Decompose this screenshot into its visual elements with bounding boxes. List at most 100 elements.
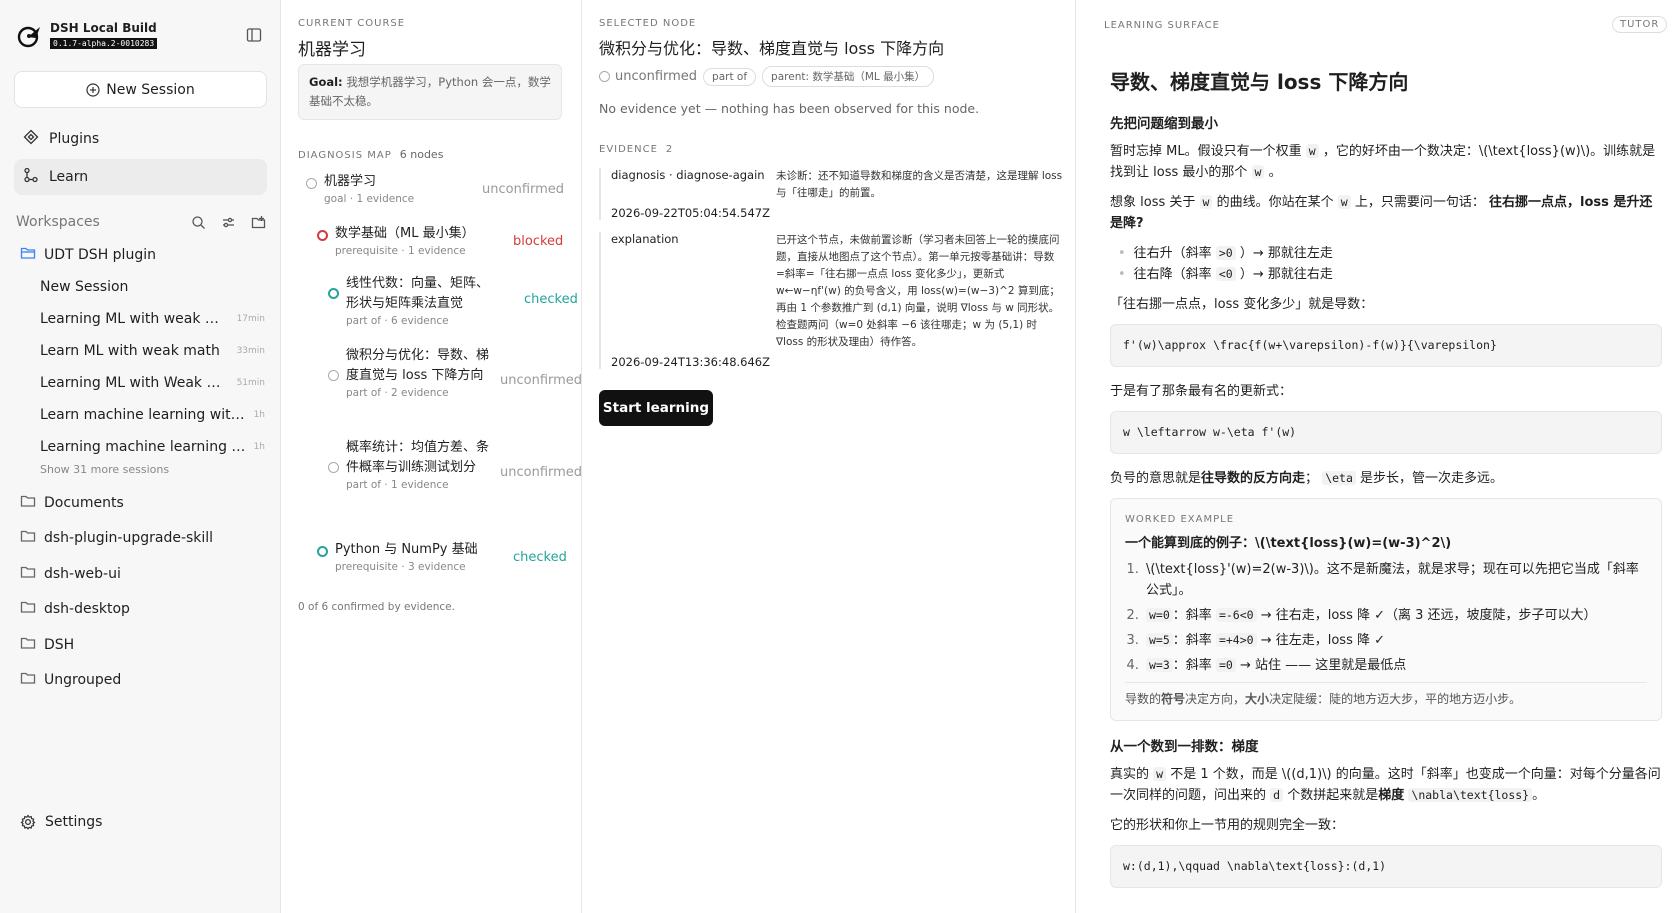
app-version-badge: 0.1.7-alpha.2-0010283 <box>50 38 158 49</box>
inline-code: \nabla\text{loss} <box>1408 788 1533 802</box>
node-status-chip: unconfirmed <box>599 69 697 84</box>
node-meta: prerequisite · 3 evidence <box>335 561 466 573</box>
paragraph: 负号的意思就是往导数的反方向走； \eta 是步长，管一次走多远。 <box>1110 468 1662 489</box>
session-item[interactable]: Learning machine learning wi... 1h <box>40 433 265 461</box>
bold-text: 往导数的反方向走 <box>1201 471 1306 486</box>
node-name: 机器学习 <box>324 174 377 189</box>
workspace-label: dsh-web-ui <box>44 566 121 582</box>
workspace-documents[interactable]: Documents <box>20 489 265 517</box>
paragraph: 暂时忘掉 ML。假设只有一个权重 w ，它的好坏由一个数决定：\(\text{l… <box>1110 141 1662 183</box>
node-chips: unconfirmed part of parent: 数学基础（ML 最小集） <box>599 66 935 87</box>
diagnosis-node[interactable]: 微积分与优化：导数、梯度直觉与 loss 下降方向 part of · 2 ev… <box>328 346 582 400</box>
goal-box: Goal: 我想学机器学习，Python 会一点，数学基础不太稳。 <box>298 64 562 120</box>
inline-code: w=3 <box>1146 658 1173 672</box>
diagnosis-node[interactable]: 数学基础（ML 最小集） prerequisite · 1 evidence b… <box>317 224 567 258</box>
goal-label: Goal: <box>309 75 343 89</box>
inline-code: w=0 <box>1146 608 1173 622</box>
node-title: 微积分与优化：导数、梯度直觉与 loss 下降方向 <box>599 39 945 58</box>
workspace-label: Documents <box>44 495 124 511</box>
nav-item-learn[interactable]: Learn <box>14 159 267 195</box>
status-circle-icon <box>328 462 339 473</box>
inline-code: w <box>1305 144 1319 158</box>
brand[interactable]: DSH Local Build 0.1.7-alpha.2-0010283 <box>16 21 158 50</box>
node-meta: goal · 1 evidence <box>324 193 415 205</box>
workspace-dsh-web-ui[interactable]: dsh-web-ui <box>20 560 265 588</box>
paragraph: 「往右挪一点点，loss 变化多少」就是导数： <box>1110 297 1374 312</box>
node-status: checked <box>524 292 578 307</box>
status-circle-icon <box>317 230 328 241</box>
relation-chip: part of <box>703 67 757 86</box>
session-item[interactable]: Learn ML with weak math 33min <box>40 337 265 365</box>
start-learning-button[interactable]: Start learning <box>599 390 713 426</box>
workspaces-header: Workspaces <box>16 214 266 230</box>
settings-button[interactable]: Settings <box>20 814 102 830</box>
node-name: 线性代数：向量、矩阵、形状与矩阵乘法直觉 <box>346 276 490 311</box>
text: 决定方向， <box>1185 692 1246 706</box>
current-course-eyebrow: CURRENT COURSE <box>298 18 406 29</box>
section-heading: 先把问题缩到最小 <box>1110 116 1218 132</box>
selected-node-eyebrow: SELECTED NODE <box>599 18 697 29</box>
folder-icon <box>20 493 36 513</box>
text: 暂时忘掉 ML。假设只有一个权重 <box>1110 144 1302 159</box>
node-meta: prerequisite · 1 evidence <box>335 245 466 257</box>
list-item: 往右升（斜率 >0 ）→ 那就往左走 <box>1118 243 1662 264</box>
status-circle-icon <box>328 370 339 381</box>
session-item[interactable]: Learning ML with Weak Ma... 51min <box>40 369 265 397</box>
status-circle-icon <box>599 71 610 82</box>
evidence-item: explanation 已开这个节点，未做前置诊断（学习者未回答上一轮的摸底问题… <box>599 232 1063 369</box>
parent-chip[interactable]: parent: 数学基础（ML 最小集） <box>762 66 935 87</box>
text: 真实的 <box>1110 767 1150 782</box>
new-session-button[interactable]: New Session <box>14 71 267 108</box>
workspace-ungrouped[interactable]: Ungrouped <box>20 666 265 694</box>
text: → 往右走，loss 降 ✓（离 3 还远，坡度陡，步子可以大） <box>1260 608 1597 623</box>
app-name: DSH Local Build <box>50 21 157 35</box>
node-meta: part of · 1 evidence <box>346 479 449 491</box>
folder-icon <box>20 670 36 690</box>
text: 往右升（斜率 <box>1133 246 1212 261</box>
text: ）→ 那就往左走 <box>1239 246 1333 261</box>
workspace-udt-dsh-plugin[interactable]: UDT DSH plugin <box>20 241 265 269</box>
node-meta: part of · 6 evidence <box>346 315 449 327</box>
inline-code: w <box>1153 767 1167 781</box>
folder-icon <box>20 564 36 584</box>
example-step: w=3：斜率 =0 → 站住 —— 这里就是最低点 <box>1143 655 1647 676</box>
folder-open-icon <box>20 245 36 265</box>
show-more-sessions-link[interactable]: Show 31 more sessions <box>40 463 169 476</box>
evidence-text: 未诊断：还不知道导数和梯度的含义是否清楚，这是理解 loss 与「往哪走」的前置… <box>776 170 1063 199</box>
folder-icon <box>20 528 36 548</box>
evidence-time: 2026-09-22T05:04:54.547Z <box>611 206 770 220</box>
section-heading: 从一个数到一排数：梯度 <box>1110 739 1259 755</box>
diagnosis-node[interactable]: 概率统计：均值方差、条件概率与训练测试划分 part of · 1 eviden… <box>328 438 582 492</box>
session-time: 17min <box>236 314 265 324</box>
text: 往右降（斜率 <box>1133 267 1212 282</box>
diagnosis-node[interactable]: 机器学习 goal · 1 evidence unconfirmed <box>306 172 566 206</box>
session-item[interactable]: Learn machine learning with ... 1h <box>40 401 265 429</box>
new-session-label: New Session <box>106 81 195 98</box>
new-folder-icon[interactable] <box>251 215 266 230</box>
session-time: 33min <box>236 346 265 356</box>
session-item[interactable]: New Session <box>40 273 265 301</box>
inline-code: \eta <box>1322 471 1356 485</box>
evidence-kind: explanation <box>611 232 679 246</box>
filter-icon[interactable] <box>221 215 236 230</box>
workspace-dsh-desktop[interactable]: dsh-desktop <box>20 595 265 623</box>
nav-item-plugins[interactable]: Plugins <box>14 121 267 157</box>
text: 导数的 <box>1125 692 1162 706</box>
status-circle-icon <box>306 178 317 189</box>
diagnosis-map-count: 6 nodes <box>399 148 444 161</box>
workspace-dsh[interactable]: DSH <box>20 631 265 659</box>
tutor-badge: TUTOR <box>1612 16 1668 33</box>
text: 个数拼起来就是 <box>1287 788 1379 803</box>
diagnosis-node[interactable]: Python 与 NumPy 基础 prerequisite · 3 evide… <box>317 540 567 574</box>
paragraph: 它的形状和你上一节用的规则完全一致： <box>1110 818 1345 833</box>
search-icon[interactable] <box>191 215 206 230</box>
sidebar-toggle-icon[interactable] <box>246 27 262 43</box>
workspace-label: UDT DSH plugin <box>44 247 156 263</box>
session-item[interactable]: Learning ML with weak math 17min <box>40 305 265 333</box>
workspace-dsh-plugin-upgrade-skill[interactable]: dsh-plugin-upgrade-skill <box>20 524 265 552</box>
learning-surface-eyebrow: LEARNING SURFACE <box>1104 20 1220 31</box>
text: → 站住 —— 这里就是最低点 <box>1239 658 1407 673</box>
text: 是步长，管一次走多远。 <box>1360 471 1504 486</box>
diagnosis-node[interactable]: 线性代数：向量、矩阵、形状与矩阵乘法直觉 part of · 6 evidenc… <box>328 274 578 328</box>
text: 上，只需要问一句话： <box>1354 195 1485 210</box>
